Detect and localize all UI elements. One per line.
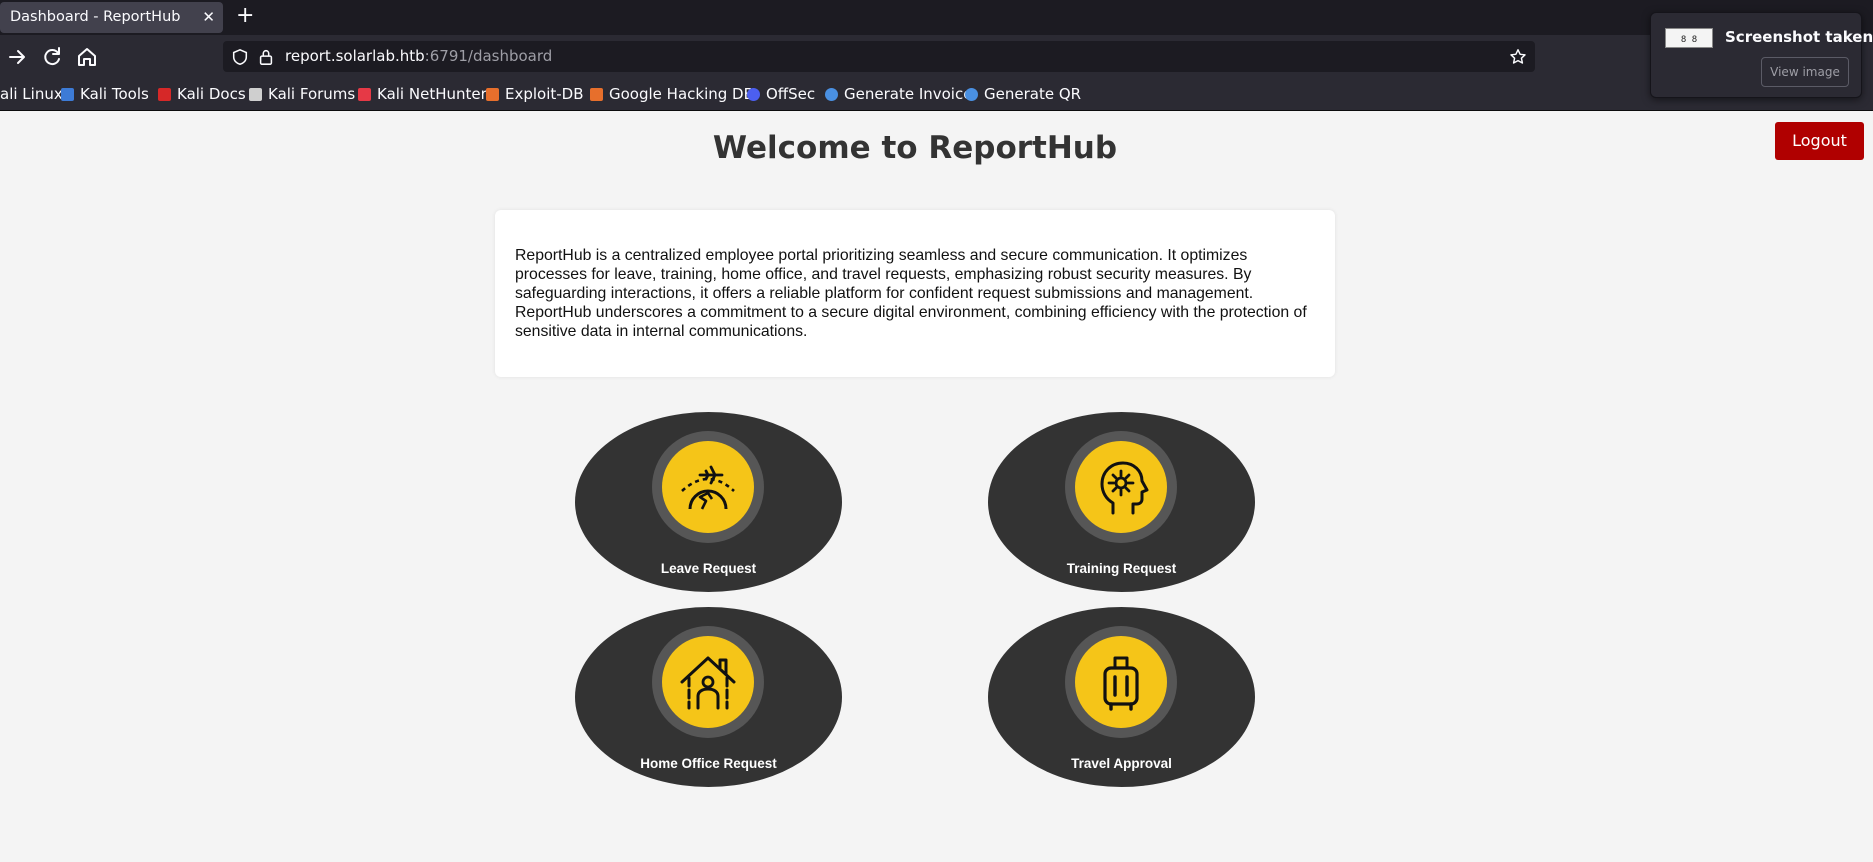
tile-label: Travel Approval xyxy=(1071,756,1172,771)
tab-title: Dashboard - ReportHub xyxy=(10,9,181,25)
bookmark-label: Kali NetHunter xyxy=(377,85,487,103)
intro-card: ReportHub is a centralized employee port… xyxy=(495,210,1335,377)
training-request-tile[interactable]: Training Request xyxy=(988,412,1255,592)
icon-circle xyxy=(1075,441,1167,533)
new-tab-button[interactable]: + xyxy=(236,4,254,28)
luggage-icon xyxy=(1103,656,1139,711)
icon-circle xyxy=(662,636,754,728)
tile-label: Home Office Request xyxy=(640,756,777,771)
bookmark-star-icon[interactable] xyxy=(1509,48,1527,66)
leave-request-tile[interactable]: Leave Request xyxy=(575,412,842,592)
page-title: Welcome to ReportHub xyxy=(712,130,1118,166)
icon-circle xyxy=(1075,636,1167,728)
shield-icon[interactable] xyxy=(231,48,249,66)
bookmark-label: Kali Forums xyxy=(268,85,356,103)
bookmark-generate-invoice[interactable]: Generate Invoice xyxy=(825,85,972,103)
icon-circle xyxy=(662,441,754,533)
bookmarks-toolbar: ali Linux Kali Tools Kali Docs Kali Foru… xyxy=(0,78,1873,111)
bookmark-label: Kali Docs xyxy=(177,85,246,103)
globe-icon xyxy=(825,87,838,101)
lock-icon[interactable] xyxy=(257,48,275,66)
tile-label: Leave Request xyxy=(660,561,757,576)
google-hacking-db-icon xyxy=(590,87,603,101)
icon-ring xyxy=(652,626,764,738)
home-office-request-tile[interactable]: Home Office Request xyxy=(575,607,842,787)
view-image-button[interactable]: View image xyxy=(1761,57,1849,87)
url-text[interactable]: report.solarlab.htb:6791/dashboard xyxy=(285,47,552,65)
bookmark-kali-docs[interactable]: Kali Docs xyxy=(158,85,246,103)
bookmark-kali-linux[interactable]: ali Linux xyxy=(0,85,63,103)
globe-icon xyxy=(965,87,978,101)
bookmark-exploit-db[interactable]: Exploit-DB xyxy=(486,85,584,103)
kali-tools-icon xyxy=(61,87,74,101)
intro-text: ReportHub is a centralized employee port… xyxy=(515,247,1307,340)
icon-ring xyxy=(1065,626,1177,738)
navigation-bar: report.solarlab.htb:6791/dashboard xyxy=(0,35,1873,78)
screenshot-toast: 8 8 Screenshot taken View image xyxy=(1650,12,1873,98)
house-person-icon xyxy=(680,656,736,710)
icon-ring xyxy=(652,431,764,543)
kali-nethunter-icon xyxy=(358,87,371,101)
bookmark-kali-forums[interactable]: Kali Forums xyxy=(249,85,355,103)
bookmark-label: Generate QR xyxy=(984,85,1082,103)
bookmark-offsec[interactable]: OffSec xyxy=(747,85,815,103)
head-gear-icon xyxy=(1100,461,1149,515)
kali-docs-icon xyxy=(158,87,171,101)
icon-ring xyxy=(1065,431,1177,543)
kali-forums-icon xyxy=(249,87,262,101)
bookmark-kali-nethunter[interactable]: Kali NetHunter xyxy=(358,85,487,103)
bookmark-label: Google Hacking DB xyxy=(609,85,754,103)
page-content: Logout Welcome to ReportHub ReportHub is… xyxy=(0,111,1873,862)
toast-title: Screenshot taken xyxy=(1725,28,1873,46)
bookmark-generate-qr[interactable]: Generate QR xyxy=(965,85,1081,103)
screenshot-thumbnail[interactable]: 8 8 xyxy=(1665,28,1713,48)
tab-close-icon[interactable]: ✕ xyxy=(202,8,215,26)
home-icon[interactable] xyxy=(75,45,99,69)
plane-globe-icon xyxy=(681,465,735,510)
exploit-db-icon xyxy=(486,87,499,101)
bookmark-kali-tools[interactable]: Kali Tools xyxy=(61,85,149,103)
travel-approval-tile[interactable]: Travel Approval xyxy=(988,607,1255,787)
bookmark-label: Generate Invoice xyxy=(844,85,973,103)
url-bar[interactable]: report.solarlab.htb:6791/dashboard xyxy=(223,41,1535,72)
bookmark-google-hacking-db[interactable]: Google Hacking DB xyxy=(590,85,754,103)
forward-icon[interactable] xyxy=(6,45,30,69)
url-path: :6791/dashboard xyxy=(424,47,553,65)
url-host: report.solarlab.htb xyxy=(285,47,425,65)
bookmark-label: Kali Tools xyxy=(80,85,149,103)
browser-tab[interactable]: Dashboard - ReportHub ✕ xyxy=(0,2,223,33)
bookmark-label: ali Linux xyxy=(0,85,63,103)
bookmark-label: Exploit-DB xyxy=(505,85,584,103)
reload-icon[interactable] xyxy=(40,45,64,69)
tile-label: Training Request xyxy=(1066,561,1177,576)
tab-bar: Dashboard - ReportHub ✕ + xyxy=(0,0,1873,35)
bookmark-label: OffSec xyxy=(766,85,816,103)
offsec-icon xyxy=(747,87,760,101)
